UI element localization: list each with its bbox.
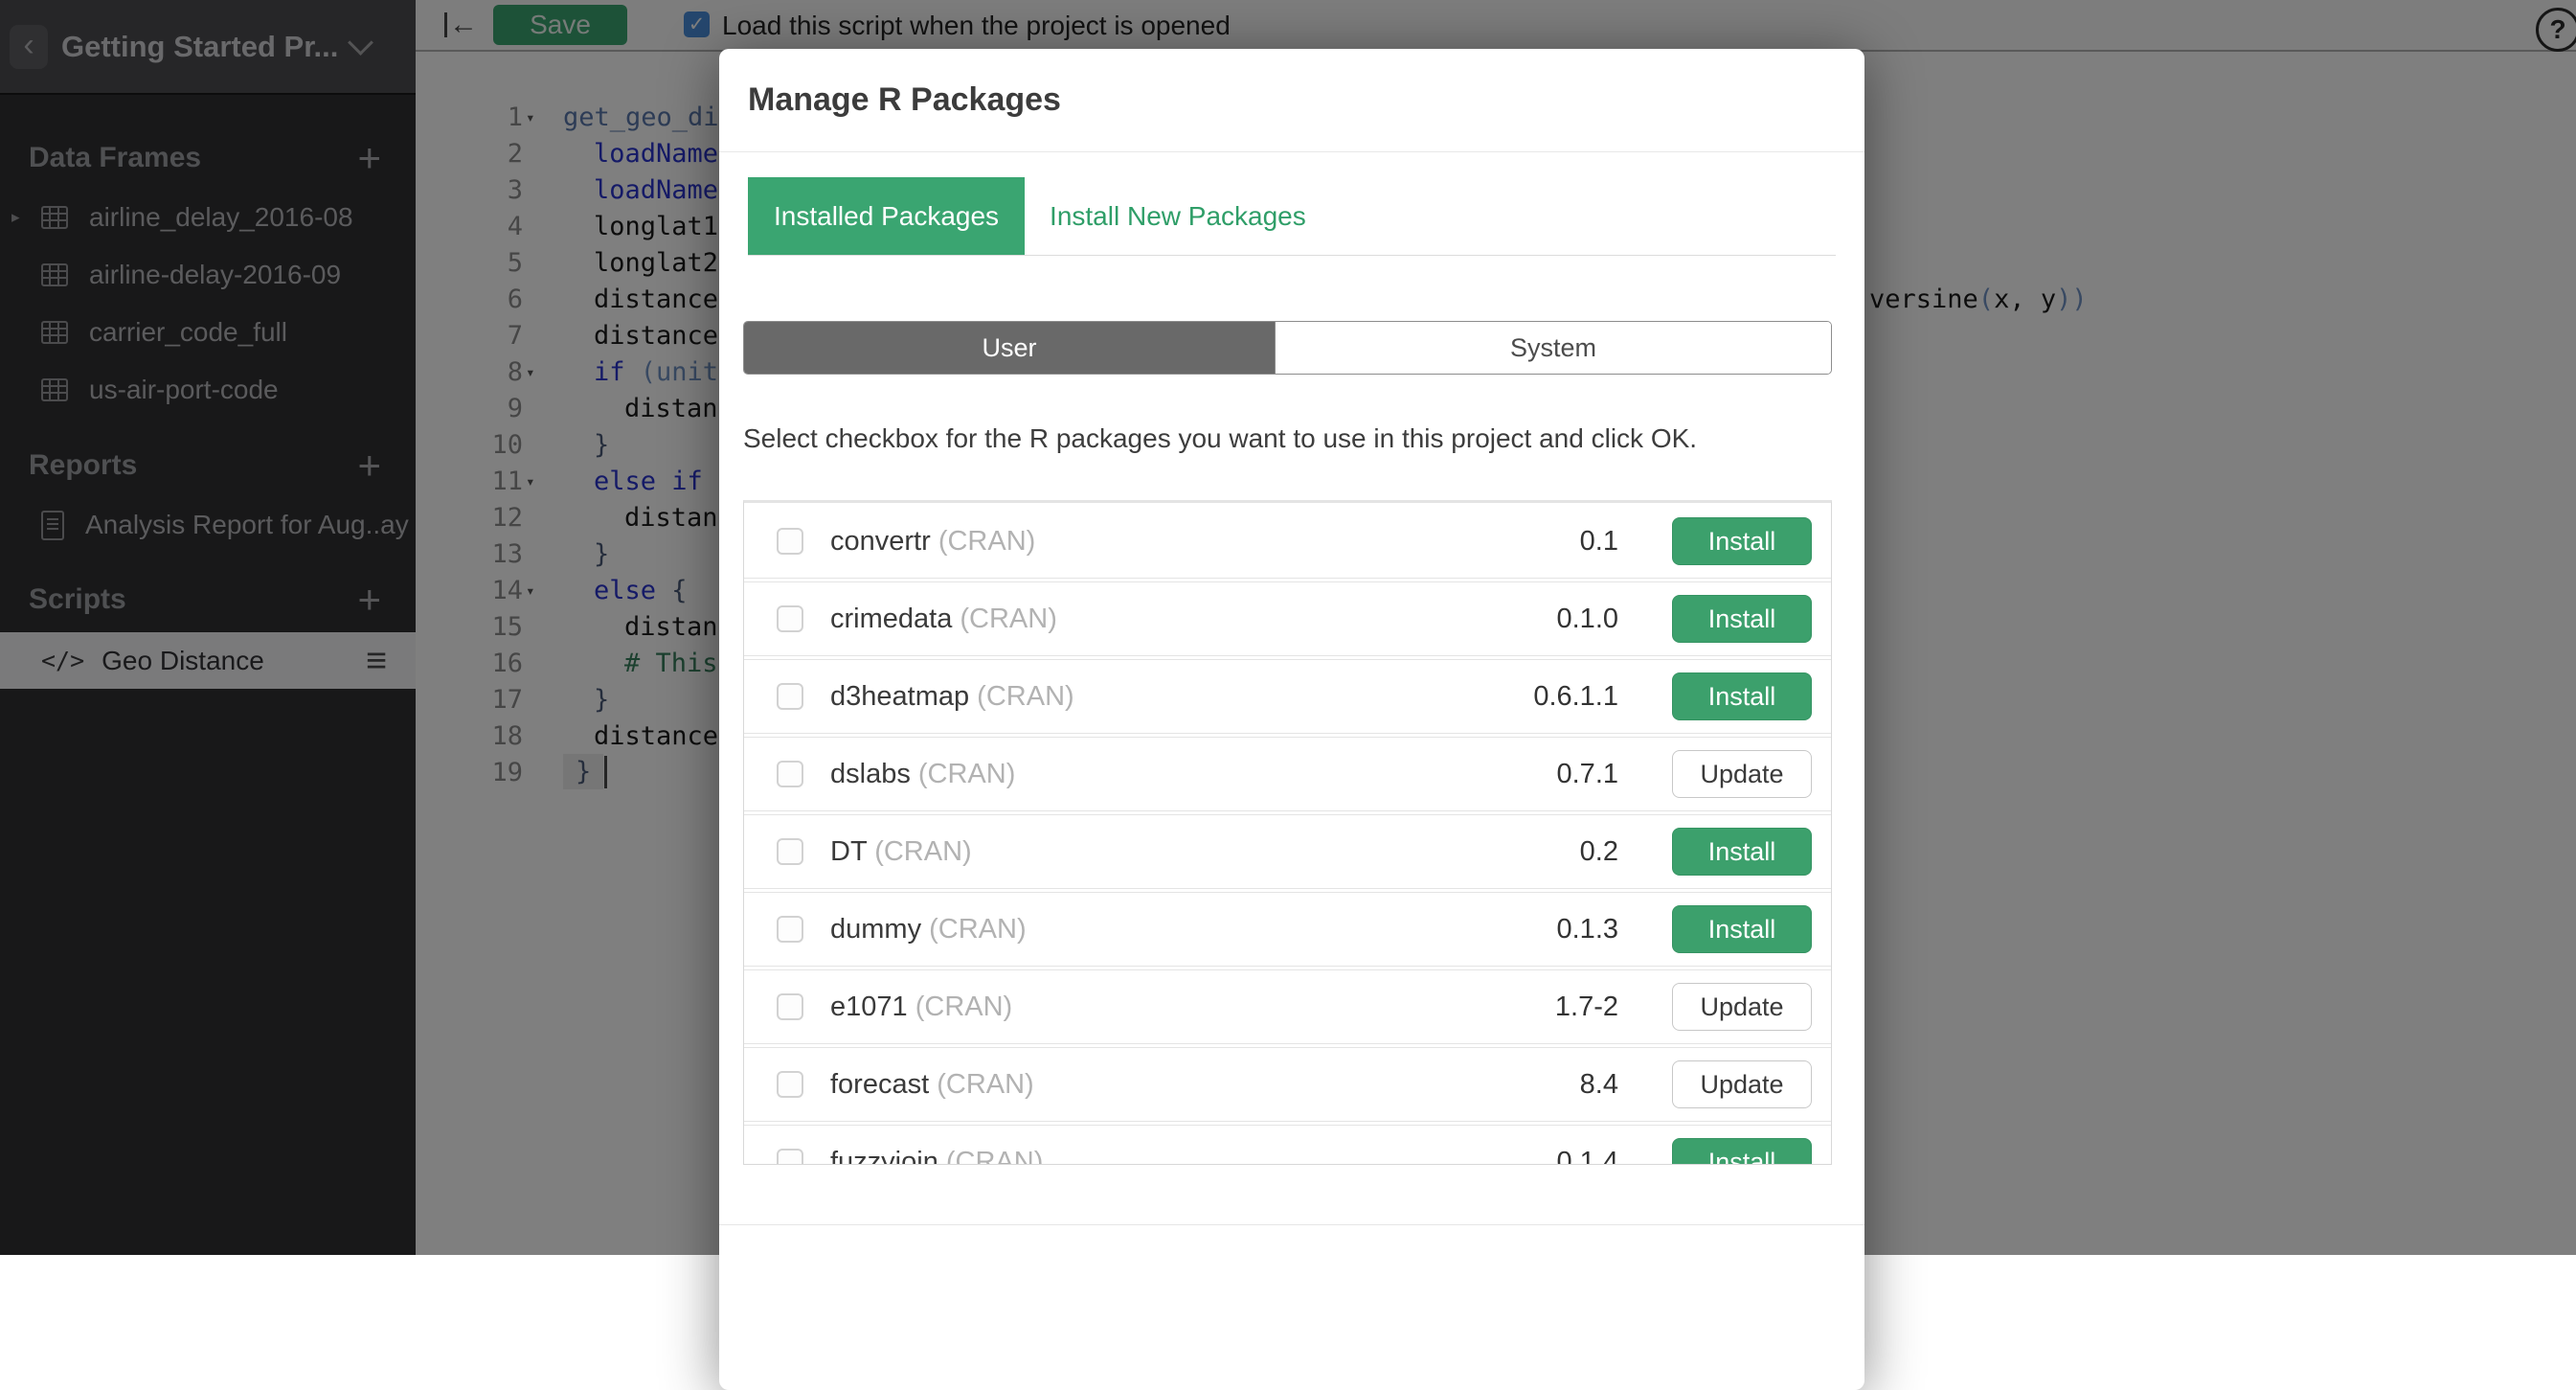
scope-system-button[interactable]: System: [1275, 322, 1831, 374]
package-row-dslabs: dslabs (CRAN) 0.7.1 Update: [744, 737, 1831, 811]
install-button[interactable]: Install: [1672, 672, 1812, 720]
package-row-dummy: dummy (CRAN) 0.1.3 Install: [744, 892, 1831, 967]
dialog-title: Manage R Packages: [748, 81, 1061, 119]
package-name-group: forecast (CRAN): [830, 1069, 1034, 1101]
package-name: dummy: [830, 914, 921, 945]
package-row-d3heatmap: d3heatmap (CRAN) 0.6.1.1 Install: [744, 659, 1831, 734]
package-name: convertr: [830, 526, 931, 557]
package-version: 0.1: [1580, 526, 1618, 558]
dialog-header-divider: [719, 151, 1864, 152]
dialog-footer-divider: [719, 1224, 1864, 1225]
package-checkbox[interactable]: [777, 993, 803, 1020]
package-version: 0.1.4: [1557, 1147, 1619, 1166]
package-source: (CRAN): [908, 991, 1013, 1022]
dialog-tabs: Installed Packages Install New Packages: [748, 177, 1836, 256]
manage-r-packages-dialog: Manage R Packages Installed Packages Ins…: [719, 49, 1864, 1390]
package-source: (CRAN): [867, 836, 972, 867]
package-row-dt: DT (CRAN) 0.2 Install: [744, 814, 1831, 889]
package-name-group: e1071 (CRAN): [830, 991, 1012, 1023]
package-name: forecast: [830, 1069, 929, 1100]
package-checkbox[interactable]: [777, 528, 803, 555]
package-checkbox[interactable]: [777, 761, 803, 787]
scope-user-button[interactable]: User: [744, 322, 1275, 374]
package-name-group: DT (CRAN): [830, 836, 972, 868]
update-button[interactable]: Update: [1672, 1060, 1812, 1108]
package-version: 0.6.1.1: [1533, 681, 1618, 713]
package-version: 8.4: [1580, 1069, 1618, 1101]
update-button[interactable]: Update: [1672, 750, 1812, 798]
update-button[interactable]: Update: [1672, 983, 1812, 1031]
package-list[interactable]: convertr (CRAN)0.1Installcrimedata (CRAN…: [743, 500, 1832, 1165]
package-source: (CRAN): [931, 526, 1036, 557]
package-row-forecast: forecast (CRAN) 8.4 Update: [744, 1047, 1831, 1122]
package-name-group: fuzzyjoin (CRAN): [830, 1147, 1043, 1166]
package-source: (CRAN): [929, 1069, 1034, 1100]
package-row-fuzzyjoin: fuzzyjoin (CRAN) 0.1.4 Install: [744, 1125, 1831, 1165]
package-source: (CRAN): [911, 759, 1016, 789]
package-name-group: d3heatmap (CRAN): [830, 681, 1074, 713]
tab-installed-packages[interactable]: Installed Packages: [748, 177, 1025, 255]
install-button[interactable]: Install: [1672, 828, 1812, 876]
package-version: 1.7-2: [1555, 991, 1618, 1023]
package-source: (CRAN): [921, 914, 1027, 945]
install-button[interactable]: Install: [1672, 905, 1812, 953]
instruction-text: Select checkbox for the R packages you w…: [743, 423, 1697, 454]
package-version: 0.7.1: [1557, 759, 1619, 790]
package-checkbox[interactable]: [777, 683, 803, 710]
tab-install-new-packages[interactable]: Install New Packages: [1050, 177, 1306, 255]
package-checkbox[interactable]: [777, 1149, 803, 1165]
scope-toggle: User System: [743, 321, 1832, 375]
package-name: DT: [830, 836, 867, 867]
package-name-group: dslabs (CRAN): [830, 759, 1015, 790]
package-name: dslabs: [830, 759, 911, 789]
package-name-group: crimedata (CRAN): [830, 604, 1057, 635]
package-name-group: dummy (CRAN): [830, 914, 1027, 946]
package-checkbox[interactable]: [777, 916, 803, 943]
install-button[interactable]: Install: [1672, 517, 1812, 565]
install-button[interactable]: Install: [1672, 1138, 1812, 1165]
package-version: 0.1.3: [1557, 914, 1619, 946]
package-row-convertr: convertr (CRAN) 0.1 Install: [744, 505, 1831, 579]
package-name: fuzzyjoin: [830, 1147, 938, 1166]
package-checkbox[interactable]: [777, 838, 803, 865]
package-source: (CRAN): [952, 604, 1057, 634]
package-row-crimedata: crimedata (CRAN) 0.1.0 Install: [744, 581, 1831, 656]
package-checkbox[interactable]: [777, 1071, 803, 1098]
package-version: 0.2: [1580, 836, 1618, 868]
package-source: (CRAN): [969, 681, 1074, 712]
package-name-group: convertr (CRAN): [830, 526, 1035, 558]
package-version: 0.1.0: [1557, 604, 1619, 635]
package-name: e1071: [830, 991, 908, 1022]
package-name: crimedata: [830, 604, 952, 634]
install-button[interactable]: Install: [1672, 595, 1812, 643]
package-row-e1071: e1071 (CRAN) 1.7-2 Update: [744, 969, 1831, 1044]
package-checkbox[interactable]: [777, 605, 803, 632]
package-source: (CRAN): [938, 1147, 1044, 1166]
package-name: d3heatmap: [830, 681, 969, 712]
